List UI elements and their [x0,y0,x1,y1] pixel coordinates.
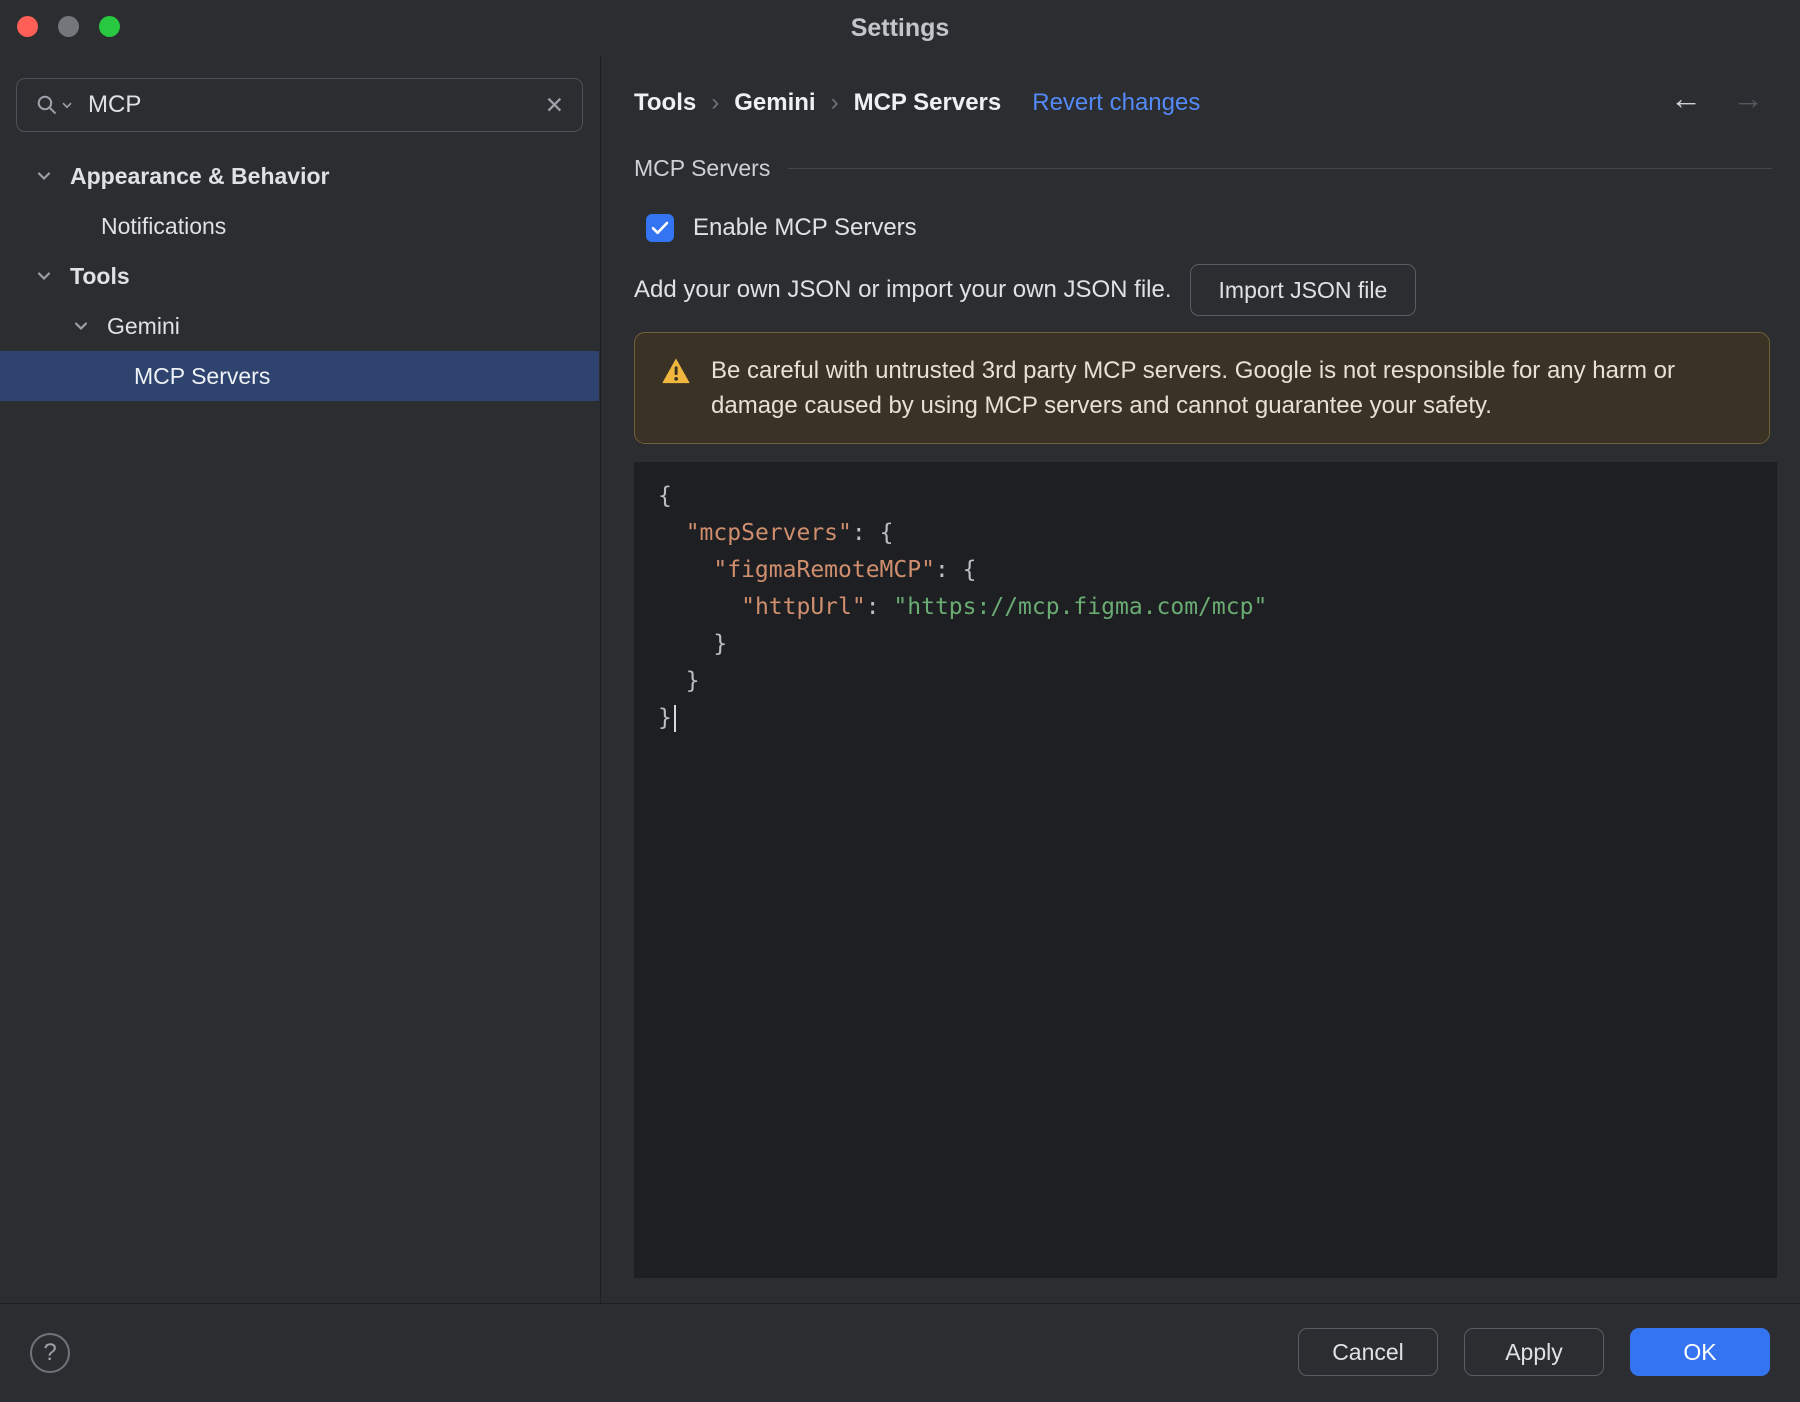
text-caret [673,705,676,732]
import-row: Add your own JSON or import your own JSO… [634,262,1417,318]
settings-sidebar: ✕ Appearance & Behavior Notifications To… [0,56,601,1303]
section-title: MCP Servers [634,154,771,181]
ok-button[interactable]: OK [1630,1328,1770,1376]
breadcrumb: Tools › Gemini › MCP Servers Revert chan… [634,86,1200,120]
forward-arrow-icon[interactable]: → [1732,82,1764,114]
breadcrumb-separator-icon: › [830,89,839,116]
checkmark-icon [651,221,669,235]
import-description: Add your own JSON or import your own JSO… [634,276,1172,303]
clear-search-icon[interactable]: ✕ [545,93,564,117]
enable-mcp-label[interactable]: Enable MCP Servers [693,214,917,242]
mcp-json-editor[interactable]: { "mcpServers": { "figmaRemoteMCP": { "h… [634,462,1777,1278]
apply-button[interactable]: Apply [1464,1328,1604,1376]
sidebar-item-label: Gemini [107,312,180,339]
breadcrumb-item-mcp-servers: MCP Servers [853,89,1002,116]
chevron-down-icon[interactable] [34,266,54,286]
help-label: ? [43,1339,57,1366]
breadcrumb-separator-icon: › [711,89,720,116]
section-header: MCP Servers [634,152,1772,184]
cancel-button[interactable]: Cancel [1298,1328,1438,1376]
sidebar-item-tools[interactable]: Tools [0,251,599,301]
close-window-button[interactable] [17,16,38,37]
search-input[interactable] [88,91,545,119]
sidebar-item-notifications[interactable]: Notifications [0,201,599,251]
footer-buttons: Cancel Apply OK [1298,1328,1770,1376]
titlebar: Settings [0,0,1800,56]
settings-tree: Appearance & Behavior Notifications Tool… [0,151,599,401]
sidebar-item-mcp-servers[interactable]: MCP Servers [0,351,599,401]
back-arrow-icon[interactable]: ← [1670,82,1702,114]
zoom-window-button[interactable] [99,16,120,37]
help-icon[interactable]: ? [30,1333,70,1373]
traffic-lights [17,16,120,37]
sidebar-item-label: Appearance & Behavior [70,162,330,189]
enable-mcp-checkbox[interactable] [646,214,674,242]
json-editor-lines: { "mcpServers": { "figmaRemoteMCP": { "h… [658,483,1268,732]
sidebar-item-appearance-behavior[interactable]: Appearance & Behavior [0,151,599,201]
sidebar-item-label: MCP Servers [134,362,271,389]
minimize-window-button[interactable] [58,16,79,37]
import-json-button[interactable]: Import JSON file [1189,264,1417,316]
search-icon[interactable] [35,93,72,117]
breadcrumb-item-gemini[interactable]: Gemini [734,89,815,117]
section-divider [788,167,1772,169]
settings-search-field[interactable]: ✕ [16,78,583,132]
breadcrumb-item-tools[interactable]: Tools [634,89,696,117]
history-nav: ← → [1670,82,1764,114]
sidebar-item-label: Tools [70,262,130,289]
sidebar-item-label: Notifications [101,212,227,239]
window-title: Settings [850,13,950,42]
enable-mcp-row: Enable MCP Servers [646,213,917,243]
chevron-down-icon[interactable] [71,316,91,336]
warning-banner: Be careful with untrusted 3rd party MCP … [634,332,1770,444]
revert-changes-link[interactable]: Revert changes [1032,89,1200,117]
warning-text: Be careful with untrusted 3rd party MCP … [711,357,1675,419]
warning-icon [661,357,691,423]
footer-bar: ? Cancel Apply OK [0,1303,1800,1402]
chevron-down-icon[interactable] [34,166,54,186]
sidebar-item-gemini[interactable]: Gemini [0,301,599,351]
